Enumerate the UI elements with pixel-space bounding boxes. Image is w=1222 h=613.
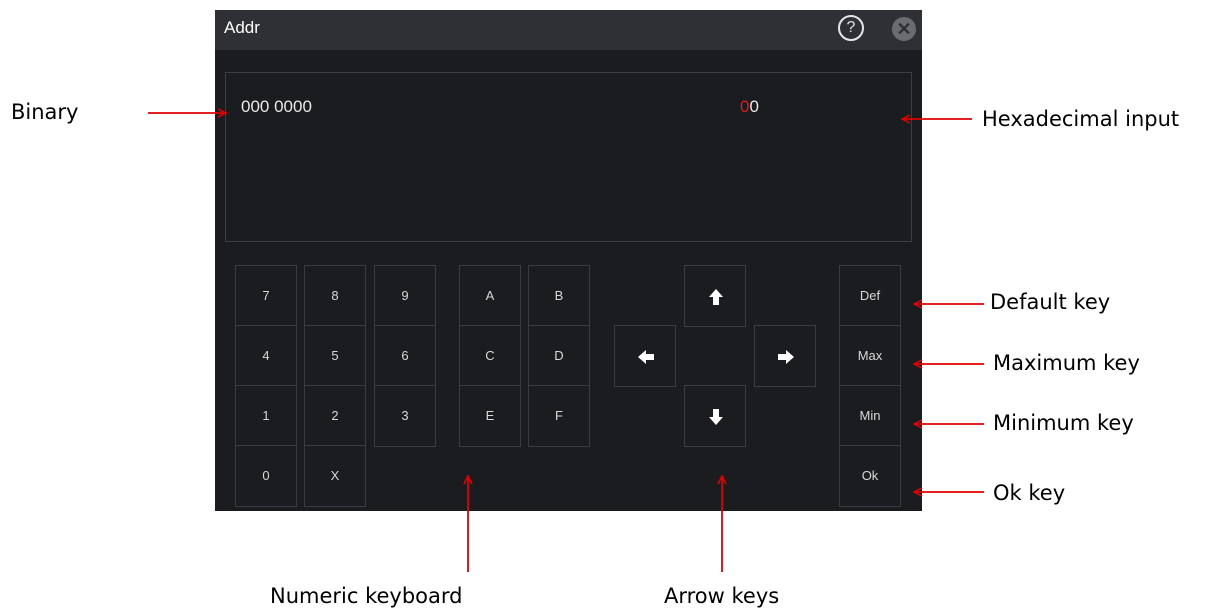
- callout-arrows: [148, 0, 984, 572]
